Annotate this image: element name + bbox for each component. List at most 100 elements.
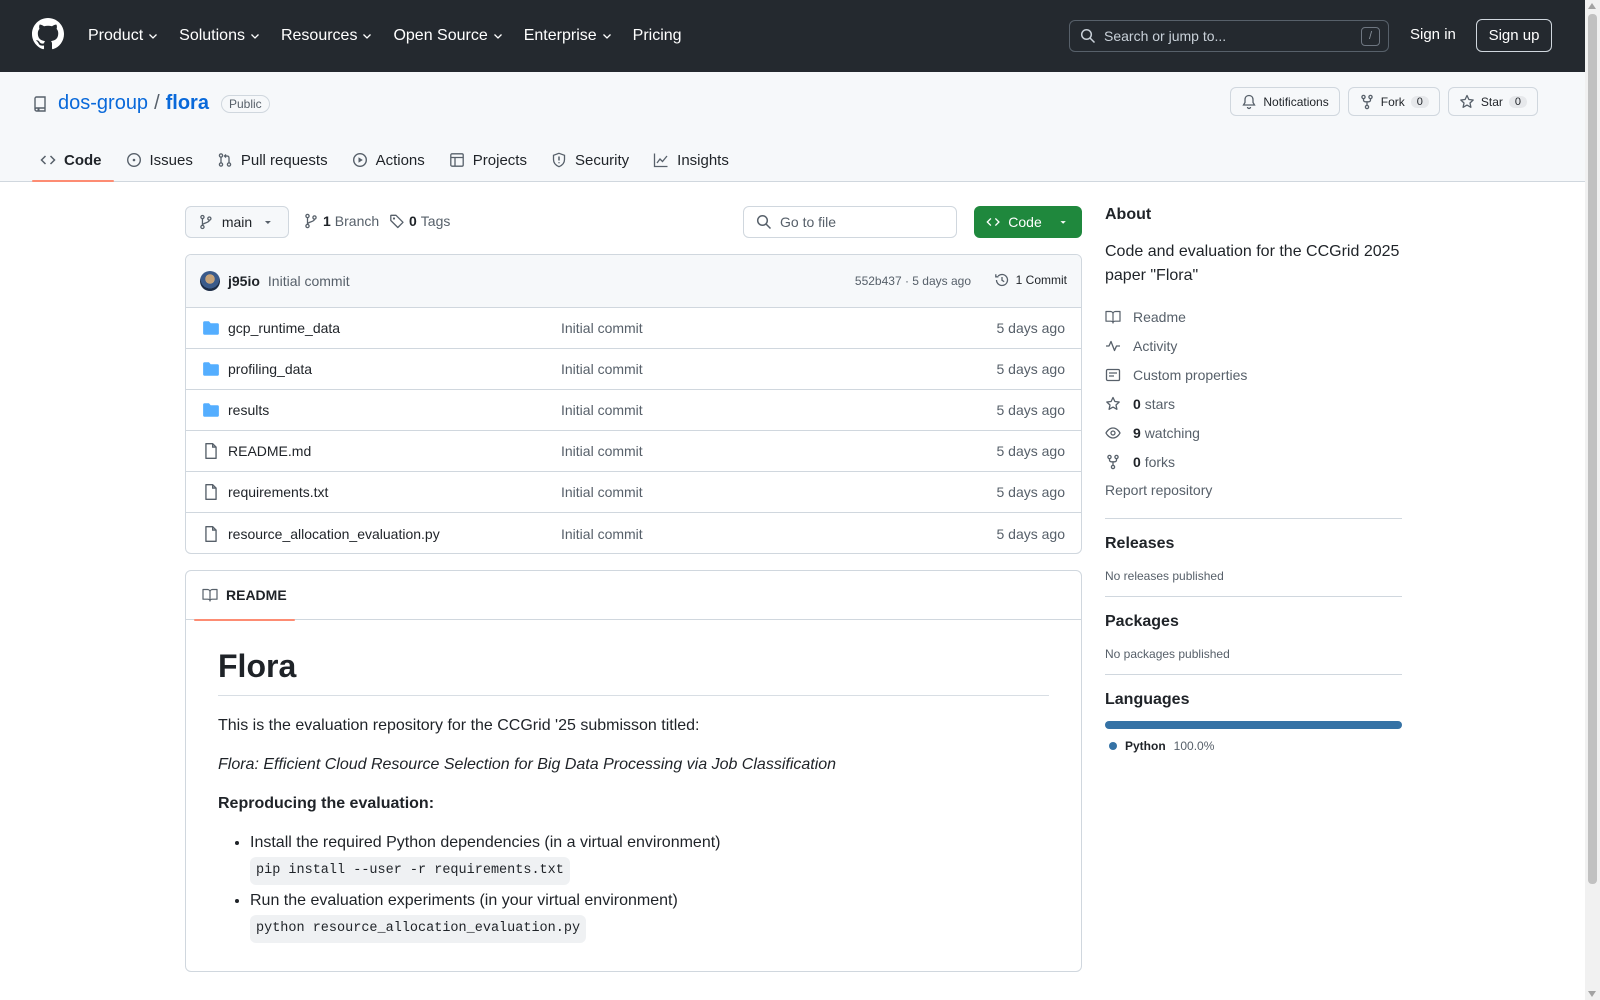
- divider: [1105, 674, 1402, 675]
- readme-section-heading: Reproducing the evaluation:: [218, 795, 435, 812]
- nav-product[interactable]: Product: [88, 27, 159, 45]
- table-row[interactable]: requirements.txt Initial commit 5 days ago: [186, 472, 1081, 513]
- star-button[interactable]: Star 0: [1447, 87, 1538, 116]
- file-name-link[interactable]: gcp_runtime_data: [228, 320, 340, 336]
- nav-solutions[interactable]: Solutions: [179, 27, 261, 45]
- file-commit-message[interactable]: Initial commit: [561, 526, 643, 542]
- fork-button[interactable]: Fork 0: [1347, 87, 1440, 116]
- tab-issues[interactable]: Issues: [118, 138, 205, 182]
- visibility-badge: Public: [220, 94, 270, 113]
- repo-sidebar: About Code and evaluation for the CCGrid…: [1105, 206, 1402, 753]
- branch-icon: [305, 213, 317, 229]
- star-label: Star: [1480, 94, 1503, 109]
- commit-history-link[interactable]: 1 Commit: [994, 272, 1067, 288]
- file-commit-date: 5 days ago: [996, 484, 1066, 500]
- repo-path-separator: /: [154, 92, 160, 114]
- tag-icon: [390, 214, 404, 229]
- custom-properties-link[interactable]: Custom properties: [1105, 360, 1402, 389]
- file-commit-message[interactable]: Initial commit: [561, 361, 643, 377]
- activity-link[interactable]: Activity: [1105, 331, 1402, 360]
- nav-pricing[interactable]: Pricing: [633, 27, 682, 45]
- chevron-down-icon: [602, 34, 611, 39]
- file-name-link[interactable]: README.md: [228, 443, 311, 459]
- commit-author[interactable]: j95io: [228, 273, 260, 289]
- search-placeholder: Search or jump to...: [1104, 28, 1227, 44]
- readme-content: Flora This is the evaluation repository …: [186, 620, 1081, 975]
- file-commit-message[interactable]: Initial commit: [561, 402, 643, 418]
- search-shortcut-hint: /: [1361, 27, 1380, 46]
- report-repository-link[interactable]: Report repository: [1105, 476, 1402, 505]
- file-name-link[interactable]: profiling_data: [228, 361, 312, 377]
- file-commit-message[interactable]: Initial commit: [561, 443, 643, 459]
- eye-icon: [1105, 426, 1121, 439]
- branch-selector[interactable]: main: [185, 206, 289, 238]
- pull-request-icon: [218, 153, 232, 167]
- notifications-button[interactable]: Notifications: [1230, 87, 1340, 116]
- table-row[interactable]: resource_allocation_evaluation.py Initial…: [186, 513, 1081, 553]
- pulse-icon: [1106, 340, 1120, 351]
- scrollbar-thumb[interactable]: [1588, 14, 1597, 884]
- packages-heading[interactable]: Packages: [1105, 613, 1402, 631]
- nav-open-source[interactable]: Open Source: [393, 27, 503, 45]
- scroll-down-icon[interactable]: [1588, 991, 1596, 997]
- file-commit-message[interactable]: Initial commit: [561, 320, 643, 336]
- file-name-link[interactable]: results: [228, 402, 269, 418]
- avatar[interactable]: [200, 271, 220, 291]
- nav-enterprise[interactable]: Enterprise: [524, 27, 613, 45]
- file-icon: [205, 525, 217, 542]
- page-scrollbar[interactable]: [1585, 0, 1600, 1000]
- shield-icon: [552, 152, 566, 168]
- readme-tab[interactable]: README: [194, 587, 295, 621]
- search-input[interactable]: Search or jump to... /: [1069, 20, 1389, 52]
- table-row[interactable]: profiling_data Initial commit 5 days ago: [186, 349, 1081, 390]
- sign-up-button[interactable]: Sign up: [1476, 19, 1552, 52]
- readme-link[interactable]: Readme: [1105, 302, 1402, 331]
- tags-link[interactable]: 0 Tags: [389, 213, 450, 229]
- github-logo-icon[interactable]: [32, 18, 64, 50]
- repo-title: dos-group / flora Public: [32, 92, 270, 115]
- tab-pull-requests[interactable]: Pull requests: [209, 138, 340, 182]
- tab-code[interactable]: Code: [32, 138, 114, 182]
- watching-link[interactable]: 9 watching: [1105, 418, 1402, 447]
- fork-count: 0: [1410, 95, 1429, 108]
- file-commit-message[interactable]: Initial commit: [561, 484, 643, 500]
- table-row[interactable]: gcp_runtime_data Initial commit 5 days ago: [186, 308, 1081, 349]
- divider: [1105, 596, 1402, 597]
- go-to-file-input[interactable]: Go to file: [743, 206, 957, 238]
- stars-count: 0: [1133, 395, 1141, 412]
- file-name-link[interactable]: resource_allocation_evaluation.py: [228, 526, 440, 542]
- stars-link[interactable]: 0 stars: [1105, 389, 1402, 418]
- forks-count: 0: [1133, 453, 1141, 470]
- tab-actions[interactable]: Actions: [344, 138, 437, 182]
- nav-resources[interactable]: Resources: [281, 27, 373, 45]
- file-name-link[interactable]: requirements.txt: [228, 484, 328, 500]
- commit-message[interactable]: Initial commit: [268, 273, 350, 289]
- repo-owner-link[interactable]: dos-group: [58, 92, 148, 115]
- chevron-down-icon: [251, 34, 259, 39]
- file-commit-date: 5 days ago: [996, 361, 1066, 377]
- book-icon: [202, 588, 218, 602]
- forks-link[interactable]: 0 forks: [1105, 447, 1402, 476]
- releases-heading[interactable]: Releases: [1105, 535, 1402, 553]
- repo-name-link[interactable]: flora: [166, 92, 209, 115]
- chevron-down-icon: [493, 34, 502, 39]
- commit-hash-time[interactable]: 552b437 · 5 days ago: [855, 274, 971, 288]
- tab-insights[interactable]: Insights: [645, 138, 741, 182]
- branches-link[interactable]: 1 Branch: [303, 213, 379, 229]
- table-row[interactable]: results Initial commit 5 days ago: [186, 390, 1081, 431]
- list-item: Install the required Python dependencies…: [250, 831, 1049, 885]
- tab-security[interactable]: Security: [543, 138, 641, 182]
- code-dropdown-button[interactable]: Code: [974, 206, 1082, 238]
- graph-icon: [654, 153, 668, 168]
- repo-description: Code and evaluation for the CCGrid 2025 …: [1105, 243, 1400, 284]
- code-button-label: Code: [1008, 214, 1042, 230]
- tab-projects[interactable]: Projects: [441, 138, 539, 182]
- language-item[interactable]: Python 100.0%: [1105, 739, 1402, 753]
- star-icon: [1460, 94, 1474, 108]
- sign-in-link[interactable]: Sign in: [1410, 26, 1456, 43]
- code-icon: [40, 155, 56, 165]
- branch-count: 1: [323, 213, 331, 229]
- table-row[interactable]: README.md Initial commit 5 days ago: [186, 431, 1081, 472]
- file-browser: j95io Initial commit 552b437 · 5 days ag…: [185, 254, 1082, 554]
- scroll-up-icon[interactable]: [1588, 3, 1596, 9]
